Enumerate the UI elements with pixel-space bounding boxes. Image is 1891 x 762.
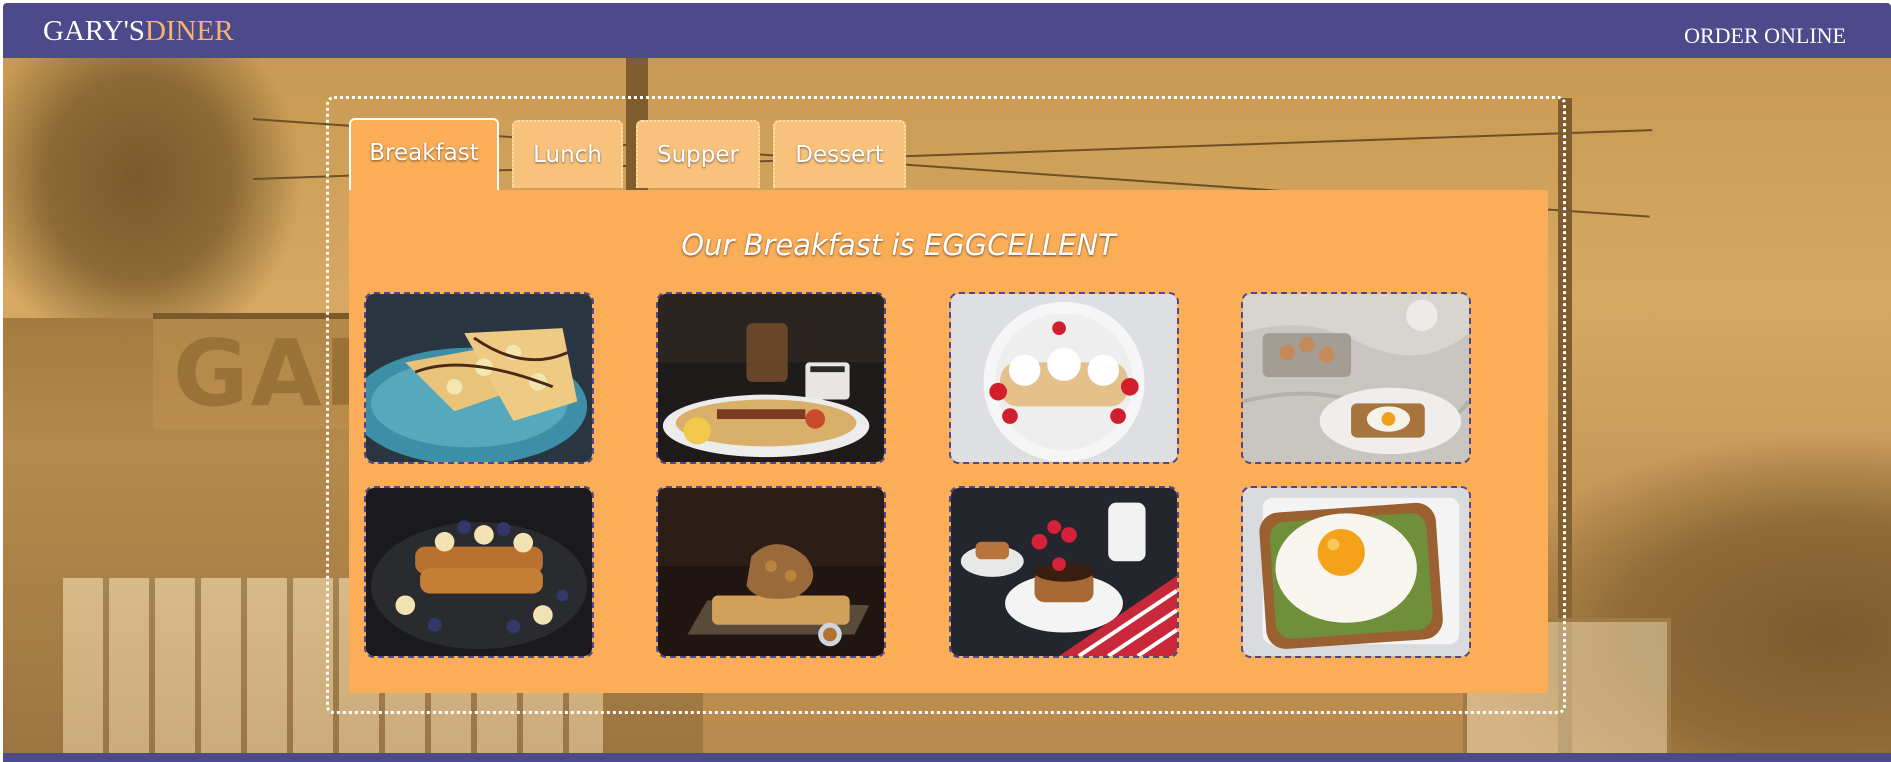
food-photo-french-toast[interactable] xyxy=(364,486,594,658)
brand-name-part1: GARY'S xyxy=(43,15,145,47)
tab-supper[interactable]: Supper xyxy=(636,120,760,188)
food-photo-egg-avocado-toast[interactable] xyxy=(1241,486,1471,658)
order-online-link[interactable]: ORDER ONLINE xyxy=(1684,23,1846,49)
food-photo-crepes-strawberry[interactable] xyxy=(949,292,1179,464)
food-photo-chicken-waffles[interactable] xyxy=(656,486,886,658)
tab-dessert[interactable]: Dessert xyxy=(773,120,906,188)
bottom-bar xyxy=(3,753,1891,762)
brand-name-part2: DINER xyxy=(144,15,234,47)
food-photo-pancakes-strawberry[interactable] xyxy=(949,486,1179,658)
food-photo-eggs-bedsheet[interactable] xyxy=(1241,292,1471,464)
page: GARY GARY'SDINER ORDER ONLINE Breakfast … xyxy=(0,0,1891,762)
top-navbar: GARY'SDINER ORDER ONLINE xyxy=(3,3,1891,58)
food-photo-crepes-banana[interactable] xyxy=(364,292,594,464)
food-photo-full-breakfast[interactable] xyxy=(656,292,886,464)
tab-breakfast[interactable]: Breakfast xyxy=(349,118,499,190)
tab-lunch[interactable]: Lunch xyxy=(512,120,623,188)
menu-heading: Our Breakfast is EGGCELLENT xyxy=(681,228,1116,262)
tab-content-breakfast: Our Breakfast is EGGCELLENT xyxy=(349,190,1548,693)
brand-logo[interactable]: GARY'SDINER xyxy=(43,15,234,47)
